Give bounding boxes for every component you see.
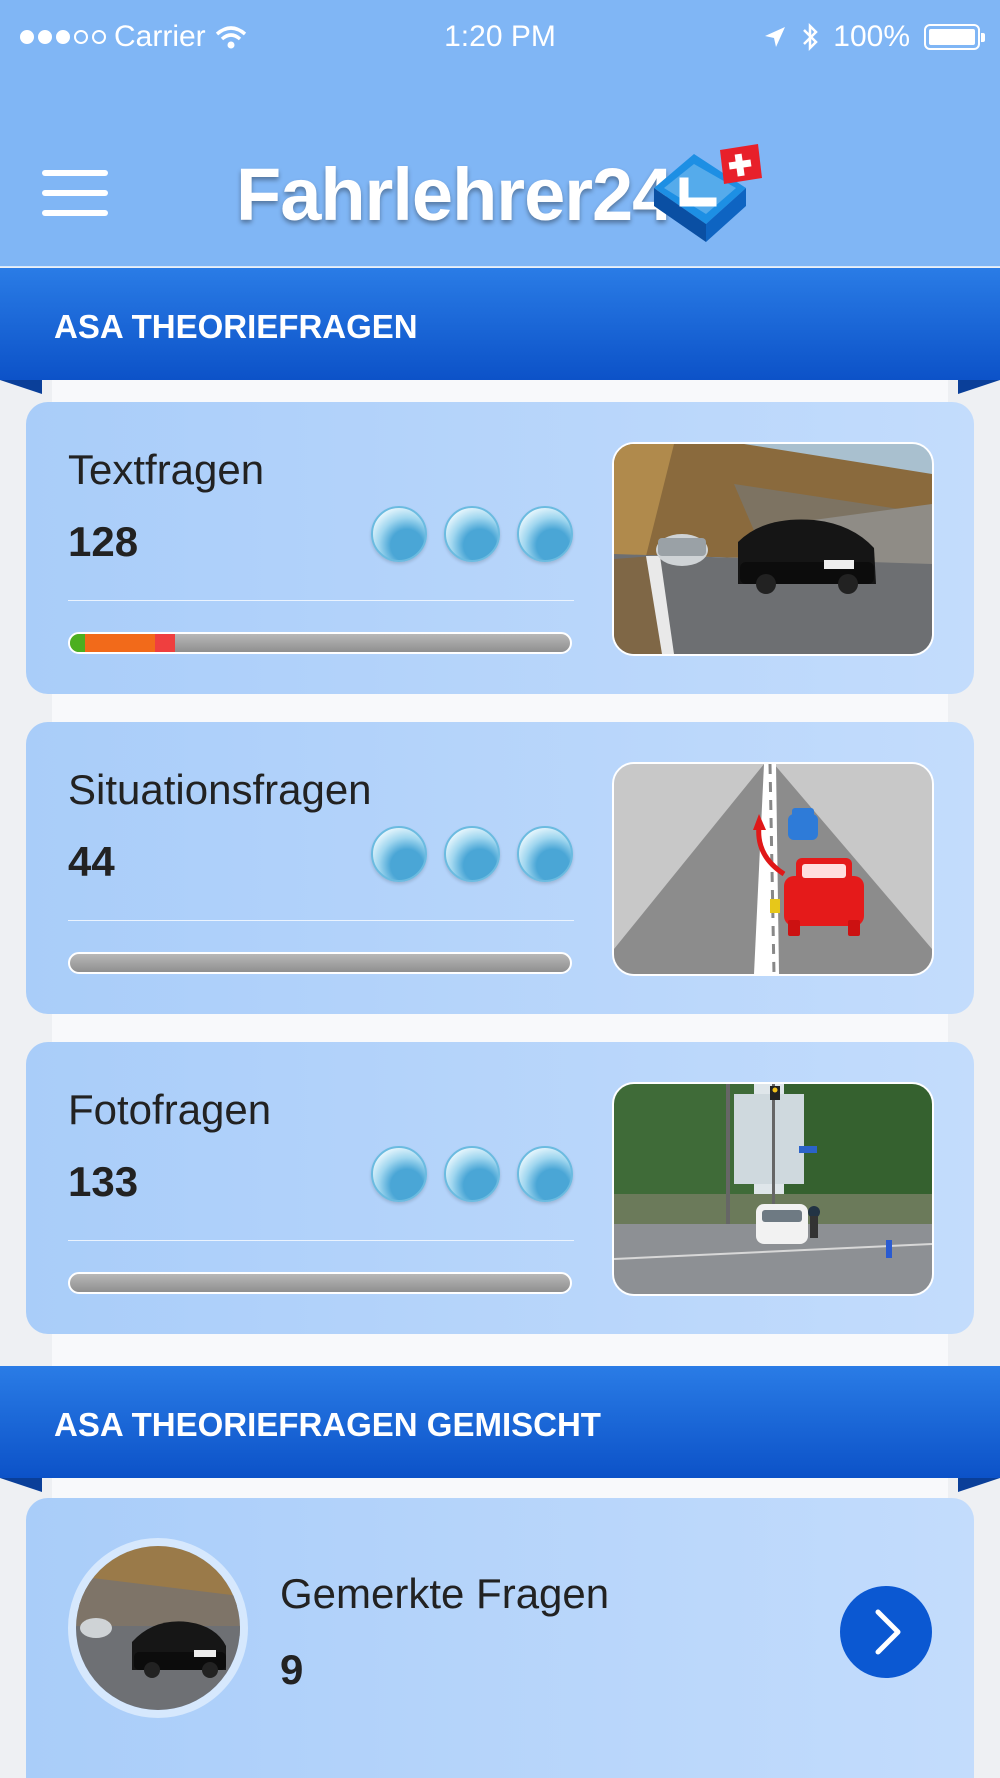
status-bar: Carrier 1:20 PM 100% bbox=[0, 0, 1000, 80]
thumbnail-photo-road-cars bbox=[612, 442, 934, 656]
app-title: Fahrlehrer24 bbox=[236, 153, 673, 236]
progress-segment bbox=[85, 634, 155, 652]
hamburger-menu-icon[interactable] bbox=[42, 170, 108, 216]
progress-segment bbox=[155, 634, 175, 652]
divider bbox=[68, 600, 574, 601]
medal-icon bbox=[371, 826, 427, 882]
medal-icon bbox=[444, 506, 500, 562]
medal-row bbox=[371, 506, 573, 562]
thumbnail-diagram-road-overtaking bbox=[612, 762, 934, 976]
medal-row bbox=[371, 1146, 573, 1202]
section-title: ASA THEORIEFRAGEN bbox=[54, 308, 418, 345]
progress-bar bbox=[68, 1272, 572, 1294]
progress-bar bbox=[68, 632, 572, 654]
battery-icon bbox=[924, 24, 985, 50]
app-header: Fahrlehrer24 bbox=[0, 80, 1000, 267]
bluetooth-icon bbox=[803, 22, 819, 52]
category-card-textfragen[interactable]: Textfragen 128 bbox=[26, 402, 974, 694]
divider bbox=[68, 1240, 574, 1241]
medal-icon bbox=[444, 826, 500, 882]
open-button[interactable] bbox=[840, 1586, 932, 1678]
medal-row bbox=[371, 826, 573, 882]
category-card-situationsfragen[interactable]: Situationsfragen 44 bbox=[26, 722, 974, 1014]
medal-icon bbox=[517, 826, 573, 882]
category-title: Fotofragen bbox=[68, 1086, 272, 1133]
section-header-asa-theoriefragen: ASA THEORIEFRAGEN bbox=[0, 268, 1000, 394]
divider bbox=[68, 920, 574, 921]
progress-bar bbox=[68, 952, 572, 974]
medal-icon bbox=[444, 1146, 500, 1202]
medal-icon bbox=[371, 1146, 427, 1202]
category-card-fotofragen[interactable]: Fotofragen 133 bbox=[26, 1042, 974, 1334]
section-header-asa-theoriefragen-gemischt: ASA THEORIEFRAGEN GEMISCHT bbox=[0, 1366, 1000, 1492]
question-count: 9 bbox=[280, 1646, 304, 1693]
question-count: 133 bbox=[68, 1158, 139, 1205]
status-right: 100% bbox=[763, 20, 985, 54]
battery-percent: 100% bbox=[833, 20, 910, 53]
category-title: Textfragen bbox=[68, 446, 265, 493]
avatar-photo-road-cars bbox=[68, 1538, 248, 1718]
thumbnail-photo-street-intersection bbox=[612, 1082, 934, 1296]
question-count: 128 bbox=[68, 518, 139, 565]
medal-icon bbox=[517, 1146, 573, 1202]
medal-icon bbox=[371, 506, 427, 562]
location-arrow-icon bbox=[765, 27, 786, 47]
section-title: ASA THEORIEFRAGEN GEMISCHT bbox=[54, 1406, 601, 1443]
card-title: Gemerkte Fragen bbox=[280, 1570, 610, 1617]
category-title: Situationsfragen bbox=[68, 766, 372, 813]
medal-icon bbox=[517, 506, 573, 562]
chevron-right-icon bbox=[875, 1609, 901, 1655]
card-gemerkte-fragen[interactable]: Gemerkte Fragen 9 bbox=[26, 1498, 974, 1778]
l-sign-swiss-flag-logo-icon bbox=[654, 144, 762, 242]
progress-segment bbox=[70, 634, 85, 652]
question-count: 44 bbox=[68, 838, 115, 885]
